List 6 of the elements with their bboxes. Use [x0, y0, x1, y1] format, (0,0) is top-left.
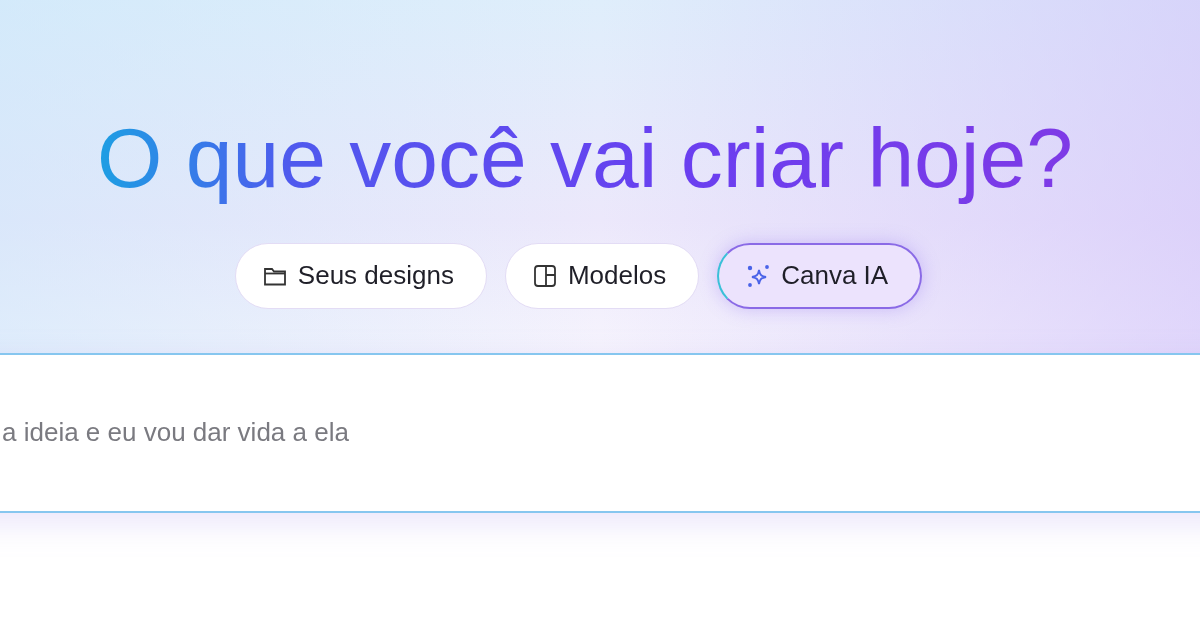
sparkle-icon [745, 262, 772, 289]
tab[interactable]: Seus designs [234, 242, 487, 309]
tab[interactable]: Canva IA [717, 242, 923, 309]
layout-icon [531, 262, 558, 289]
tab[interactable]: Modelos [504, 242, 700, 309]
prompt-field[interactable]: a ideia e eu vou dar vida a ela [0, 352, 1200, 513]
